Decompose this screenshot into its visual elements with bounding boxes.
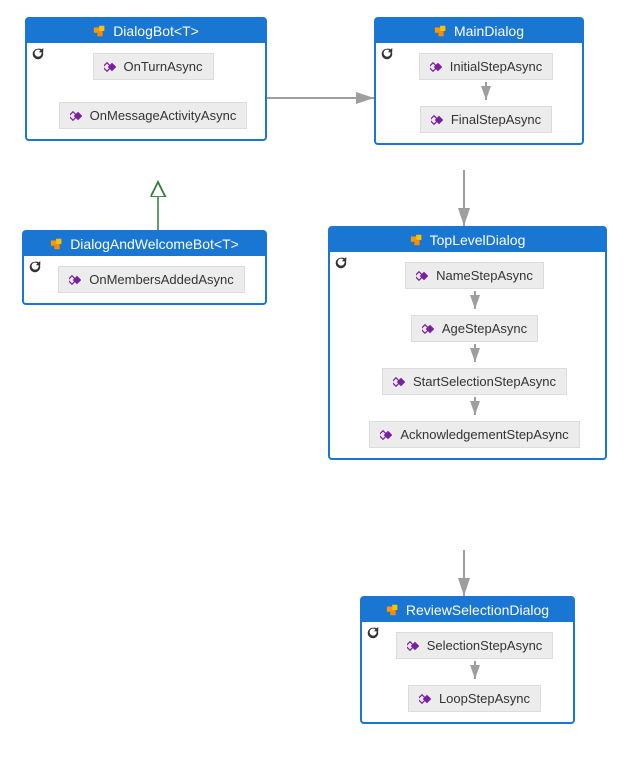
refresh-icon	[334, 256, 348, 270]
class-title: DialogAndWelcomeBot<T>	[70, 236, 239, 252]
members: SelectionStepAsync LoopStepAsync	[372, 632, 563, 712]
method-label: OnTurnAsync	[124, 59, 203, 74]
method-item: OnMembersAddedAsync	[58, 266, 245, 293]
class-header: DialogAndWelcomeBot<T>	[24, 232, 265, 256]
method-item: NameStepAsync	[405, 262, 544, 289]
class-header: TopLevelDialog	[330, 228, 605, 252]
method-label: LoopStepAsync	[439, 691, 530, 706]
members: InitialStepAsync FinalStepAsync	[386, 53, 572, 133]
method-icon	[380, 429, 392, 441]
method-item: OnMessageActivityAsync	[59, 102, 248, 129]
method-label: AgeStepAsync	[442, 321, 527, 336]
refresh-icon	[366, 626, 380, 640]
method-item: StartSelectionStepAsync	[382, 368, 567, 395]
class-header: ReviewSelectionDialog	[362, 598, 573, 622]
class-dialogandwelcomebot: DialogAndWelcomeBot<T> OnMembersAddedAsy…	[22, 230, 267, 305]
method-item: LoopStepAsync	[408, 685, 541, 712]
refresh-icon	[380, 47, 394, 61]
method-label: OnMembersAddedAsync	[89, 272, 234, 287]
method-item: AcknowledgementStepAsync	[369, 421, 579, 448]
method-icon	[416, 270, 428, 282]
class-body: SelectionStepAsync LoopStepAsync	[362, 622, 573, 722]
method-label: StartSelectionStepAsync	[413, 374, 556, 389]
class-header: MainDialog	[376, 19, 582, 43]
method-icon	[431, 114, 443, 126]
members: NameStepAsync AgeStepAsync StartSelectio…	[340, 262, 595, 448]
method-label: InitialStepAsync	[450, 59, 543, 74]
class-title: TopLevelDialog	[430, 232, 526, 248]
method-icon	[422, 323, 434, 335]
method-label: AcknowledgementStepAsync	[400, 427, 568, 442]
class-icon	[386, 603, 400, 617]
flow-arrow-icon	[469, 397, 481, 419]
method-icon	[104, 61, 116, 73]
class-icon	[434, 24, 448, 38]
method-icon	[430, 61, 442, 73]
class-maindialog: MainDialog InitialStepAsync	[374, 17, 584, 145]
method-item: FinalStepAsync	[420, 106, 552, 133]
class-icon	[50, 237, 64, 251]
method-item: SelectionStepAsync	[396, 632, 554, 659]
flow-arrow-icon	[469, 661, 481, 683]
method-icon	[419, 693, 431, 705]
class-title: ReviewSelectionDialog	[406, 602, 549, 618]
method-icon	[70, 110, 82, 122]
class-body: OnMembersAddedAsync	[24, 256, 265, 303]
method-label: SelectionStepAsync	[427, 638, 543, 653]
method-label: NameStepAsync	[436, 268, 533, 283]
refresh-icon	[28, 260, 42, 274]
method-label: OnMessageActivityAsync	[90, 108, 237, 123]
method-item: AgeStepAsync	[411, 315, 538, 342]
class-body: InitialStepAsync FinalStepAsync	[376, 43, 582, 143]
method-item: InitialStepAsync	[419, 53, 554, 80]
method-icon	[69, 274, 81, 286]
method-label: FinalStepAsync	[451, 112, 541, 127]
class-icon	[93, 24, 107, 38]
class-title: DialogBot<T>	[113, 23, 199, 39]
members: OnTurnAsync OnMessageActivityAsync	[37, 53, 255, 129]
method-icon	[393, 376, 405, 388]
members: OnMembersAddedAsync	[34, 266, 255, 293]
class-reviewselectiondialog: ReviewSelectionDialog SelectionStepAsync	[360, 596, 575, 724]
flow-arrow-icon	[469, 344, 481, 366]
method-icon	[407, 640, 419, 652]
class-icon	[410, 233, 424, 247]
class-header: DialogBot<T>	[27, 19, 265, 43]
diagram-canvas: DialogBot<T> OnTurnAsync OnMessage	[0, 0, 624, 781]
refresh-icon	[31, 47, 45, 61]
method-item: OnTurnAsync	[93, 53, 214, 80]
class-dialogbot: DialogBot<T> OnTurnAsync OnMessage	[25, 17, 267, 141]
class-title: MainDialog	[454, 23, 524, 39]
flow-arrow-icon	[480, 82, 492, 104]
flow-arrow-icon	[469, 291, 481, 313]
class-body: OnTurnAsync OnMessageActivityAsync	[27, 43, 265, 139]
class-body: NameStepAsync AgeStepAsync StartSelectio…	[330, 252, 605, 458]
class-topleveldialog: TopLevelDialog NameStepAsync AgeSt	[328, 226, 607, 460]
